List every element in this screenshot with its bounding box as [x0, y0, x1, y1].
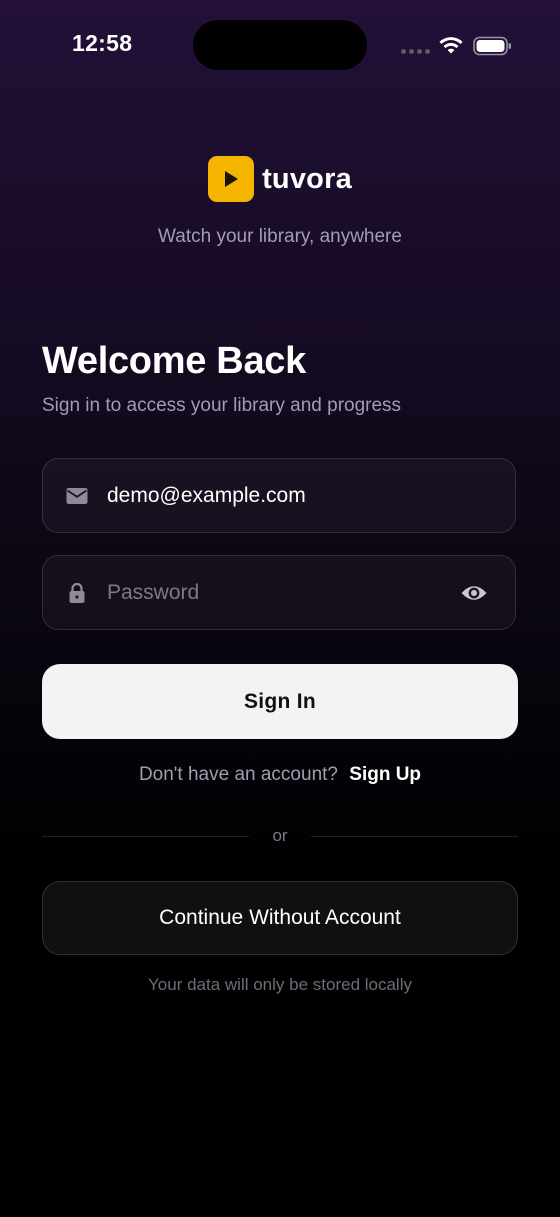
brand-name: tuvora	[262, 162, 352, 195]
divider-line-right	[311, 836, 518, 837]
wifi-icon	[439, 37, 463, 54]
signup-prompt-text: Don't have an account?	[138, 764, 338, 785]
battery-icon	[473, 36, 511, 56]
password-field[interactable]	[42, 555, 516, 630]
password-input[interactable]	[107, 556, 467, 629]
status-bar: 12:58	[0, 0, 560, 90]
or-divider: or	[42, 826, 518, 846]
brand-tagline: Watch your library, anywhere	[158, 226, 402, 247]
status-time: 12:58	[72, 30, 133, 56]
continue-without-account-button[interactable]: Continue Without Account	[42, 881, 518, 955]
sign-in-button[interactable]: Sign In	[42, 664, 518, 739]
lock-icon	[69, 582, 85, 603]
brand-header: tuvora	[0, 156, 560, 202]
dynamic-island	[193, 20, 367, 70]
login-screen: 12:58 tuvora Watch your library, anywher…	[0, 0, 560, 1217]
local-storage-note: Your data will only be stored locally	[148, 975, 412, 994]
signal-dots-icon	[401, 49, 430, 54]
eye-icon[interactable]	[460, 582, 488, 604]
brand-logo	[208, 156, 255, 202]
play-icon	[225, 171, 239, 187]
mail-icon	[66, 488, 88, 504]
signup-prompt-row: Don't have an account? Sign Up	[0, 764, 560, 786]
email-field[interactable]	[42, 458, 516, 533]
page-title: Welcome Back	[42, 340, 306, 382]
sign-up-link[interactable]: Sign Up	[349, 764, 421, 785]
page-subtitle: Sign in to access your library and progr…	[42, 395, 402, 416]
email-input[interactable]	[107, 459, 467, 532]
